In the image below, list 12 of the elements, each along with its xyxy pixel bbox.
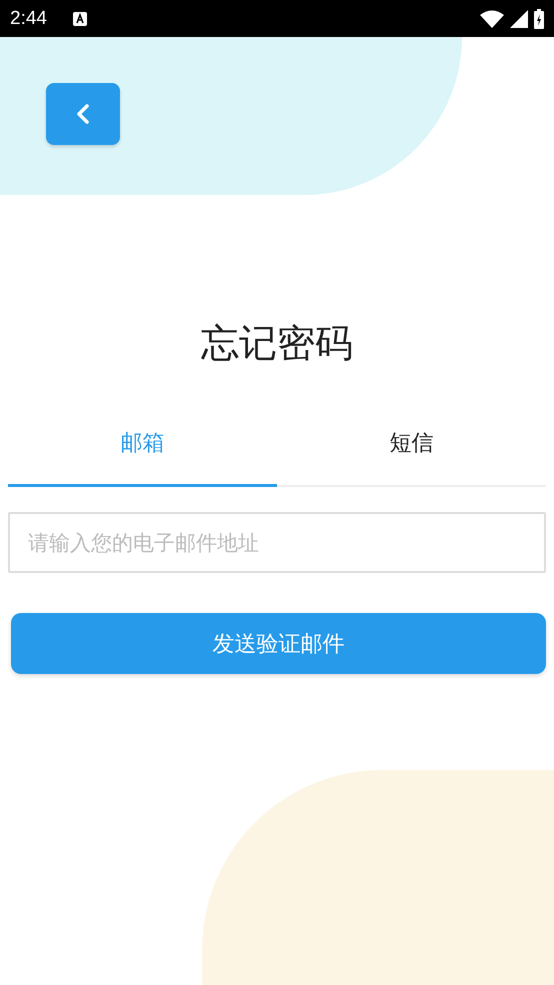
signal-icon — [510, 10, 528, 28]
chevron-left-icon — [76, 103, 90, 125]
status-time: 2:44 — [10, 8, 47, 30]
email-field[interactable]: 请输入您的电子邮件地址 — [8, 512, 546, 573]
battery-icon — [534, 8, 544, 28]
back-button[interactable] — [46, 83, 120, 145]
send-button[interactable]: 发送验证邮件 — [11, 613, 546, 674]
tab[interactable]: 邮箱 — [8, 409, 277, 487]
page-title: 忘记密码 — [201, 320, 353, 367]
wifi-icon — [480, 10, 504, 28]
notification-icon — [72, 12, 87, 26]
tab[interactable]: 短信 — [277, 409, 546, 487]
